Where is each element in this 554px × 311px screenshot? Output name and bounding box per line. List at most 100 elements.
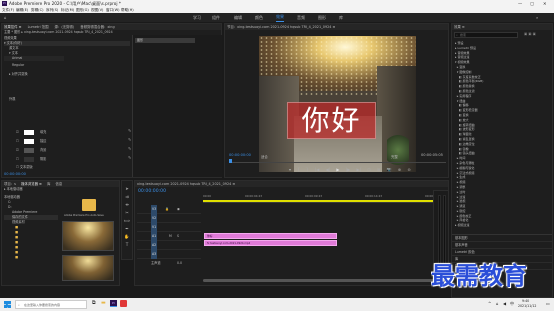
- scrollbar-thumb[interactable]: [203, 279, 447, 282]
- extract-icon[interactable]: ⊞: [377, 167, 380, 172]
- export-frame-icon[interactable]: 📷: [386, 167, 391, 172]
- appearance-background[interactable]: ☑ 背景: [16, 146, 128, 155]
- track-v3[interactable]: V3 🔒 ◉: [137, 205, 201, 214]
- work-area-bar[interactable]: [203, 200, 447, 202]
- notification-icon[interactable]: ▭: [546, 301, 550, 306]
- selection-tool-icon[interactable]: ➤: [122, 185, 132, 193]
- program-timecode-left[interactable]: 00:00:00:00: [229, 153, 251, 157]
- eyedropper-icon[interactable]: ✎: [128, 137, 131, 146]
- playhead-marker[interactable]: [229, 159, 232, 163]
- eye-icon[interactable]: ◉: [177, 205, 180, 214]
- eyedropper-icon[interactable]: ✎: [128, 128, 131, 137]
- shadow-swatch[interactable]: [24, 157, 34, 162]
- marker-icon[interactable]: ▾: [289, 167, 291, 172]
- lift-icon[interactable]: ⊡: [367, 167, 370, 172]
- file-explorer-icon[interactable]: ▬: [101, 300, 106, 306]
- maximize-button[interactable]: ▢: [530, 0, 534, 7]
- master-track[interactable]: 主声道 0.0: [137, 259, 201, 267]
- step-back-icon[interactable]: ◀|: [326, 167, 330, 172]
- tab-lumetri-scopes[interactable]: Lumetri 范围: [28, 25, 49, 29]
- clip-video[interactable]: fx testsuoyi.com-2021-0924.mp4: [204, 240, 337, 246]
- eyedropper-icon[interactable]: ✎: [128, 146, 131, 155]
- program-fit-select[interactable]: 适合: [261, 154, 268, 159]
- home-icon[interactable]: ⌂: [4, 13, 7, 22]
- pen-tool-icon[interactable]: ✒: [122, 225, 132, 233]
- network-icon[interactable]: ⌂: [496, 301, 499, 306]
- yuv-effects-icon[interactable]: ▣: [533, 32, 536, 36]
- panel-lumetri-color[interactable]: Lumetri 颜色: [452, 249, 552, 256]
- lock-icon[interactable]: 🔒: [165, 205, 169, 214]
- track-a3[interactable]: A3: [137, 250, 201, 259]
- media-breadcrumb[interactable]: ▸ 本地驱动器: [2, 187, 119, 192]
- razor-tool-icon[interactable]: ✂: [122, 209, 132, 217]
- taskbar-search-input[interactable]: ⌕ 在这里输入你要搜索的内容: [15, 300, 87, 309]
- appearance-shadow[interactable]: ☐ 阴影: [16, 155, 128, 164]
- search-icon[interactable]: ⌕: [536, 13, 538, 22]
- media-thumbnail[interactable]: [62, 255, 114, 281]
- accelerated-effects-icon[interactable]: ▣: [524, 32, 527, 36]
- workspace-tab-editing[interactable]: 编辑: [234, 13, 242, 22]
- 32bit-effects-icon[interactable]: ▣: [528, 32, 531, 36]
- font-name[interactable]: Arimai: [4, 56, 64, 61]
- tab-effect-controls[interactable]: 效果控件 ≡: [4, 25, 21, 29]
- media-thumbnail[interactable]: [62, 221, 114, 251]
- language-indicator[interactable]: 中: [510, 301, 514, 307]
- stroke-checkbox[interactable]: ☐: [16, 139, 19, 143]
- type-tool-icon[interactable]: T: [122, 241, 132, 249]
- tray-chevron-icon[interactable]: ^: [488, 301, 491, 306]
- background-checkbox[interactable]: ☑: [16, 148, 19, 152]
- eyedropper-icon[interactable]: ✎: [128, 155, 131, 164]
- workspace-tab-graphics[interactable]: 图形: [318, 13, 326, 22]
- timeline-timecode[interactable]: 00:00:00:00: [138, 189, 166, 194]
- go-to-in-icon[interactable]: |◀: [315, 167, 319, 172]
- app-taskbar-icon[interactable]: [120, 300, 127, 307]
- volume-icon[interactable]: ◀: [503, 301, 506, 306]
- folder-thumb[interactable]: [82, 199, 96, 211]
- panel-essential-graphics[interactable]: 基本图形: [452, 235, 552, 242]
- mute-button[interactable]: M: [169, 232, 172, 241]
- step-forward-icon[interactable]: |▶: [346, 167, 350, 172]
- slip-tool-icon[interactable]: ⟺: [122, 217, 132, 225]
- tab-media-browser[interactable]: 媒体浏览器 ≡: [21, 182, 42, 186]
- settings-icon[interactable]: ⊖: [407, 167, 410, 172]
- workspace-tab-learn[interactable]: 学习: [193, 13, 201, 22]
- appearance-stroke[interactable]: ☐ 描边: [16, 137, 128, 146]
- close-button[interactable]: ✕: [543, 0, 547, 7]
- track-a1[interactable]: A1 M S: [137, 232, 201, 241]
- program-quality-select[interactable]: 完整: [391, 154, 398, 159]
- appearance-text-mask[interactable]: ☐ 文本蒙版: [16, 164, 128, 171]
- clip-graphic[interactable]: 你好: [204, 233, 337, 239]
- timeline-scrollbar[interactable]: [203, 279, 447, 282]
- program-scrub-bar[interactable]: [229, 159, 446, 163]
- clock-time[interactable]: 9:40: [522, 299, 529, 303]
- windows-start-icon[interactable]: [4, 301, 11, 308]
- effects-tree-item[interactable]: ▸ 视频过渡: [455, 223, 551, 228]
- fill-swatch[interactable]: [24, 130, 34, 135]
- add-button-icon[interactable]: ⊕: [398, 167, 401, 172]
- mark-in-icon[interactable]: {: [297, 167, 300, 172]
- text-mask-checkbox[interactable]: ☐: [16, 165, 19, 169]
- background-swatch[interactable]: [24, 148, 34, 153]
- workspace-tab-assembly[interactable]: 组件: [212, 13, 220, 22]
- task-view-icon[interactable]: ⧉: [92, 300, 96, 306]
- workspace-tab-audio[interactable]: 音频: [297, 13, 305, 22]
- ripple-edit-tool-icon[interactable]: ⇼: [122, 201, 132, 209]
- shadow-checkbox[interactable]: ☐: [16, 157, 19, 161]
- premiere-taskbar-icon[interactable]: Pr: [110, 300, 117, 307]
- appearance-fill[interactable]: ☑ 填充: [16, 128, 128, 137]
- tab-source[interactable]: 源：(无剪辑): [55, 25, 75, 29]
- folder-item[interactable]: ■: [4, 255, 58, 260]
- minimize-button[interactable]: —: [518, 0, 522, 7]
- go-to-out-icon[interactable]: ▶|: [356, 167, 360, 172]
- track-v2[interactable]: V2: [137, 214, 201, 223]
- title-overlay-box[interactable]: 你好: [287, 102, 376, 139]
- tab-libraries[interactable]: 库: [47, 182, 50, 186]
- tab-info[interactable]: 信息: [55, 182, 62, 186]
- master-value[interactable]: 0.0: [177, 259, 182, 267]
- stroke-swatch[interactable]: [24, 139, 34, 144]
- effects-search-input[interactable]: ⌕ 搜索: [454, 32, 518, 38]
- solo-button[interactable]: S: [177, 232, 179, 241]
- tab-project[interactable]: 项目：s: [4, 182, 16, 186]
- mark-out-icon[interactable]: }: [306, 167, 309, 172]
- effect-controls-timecode[interactable]: 00:00:00:00: [4, 172, 26, 176]
